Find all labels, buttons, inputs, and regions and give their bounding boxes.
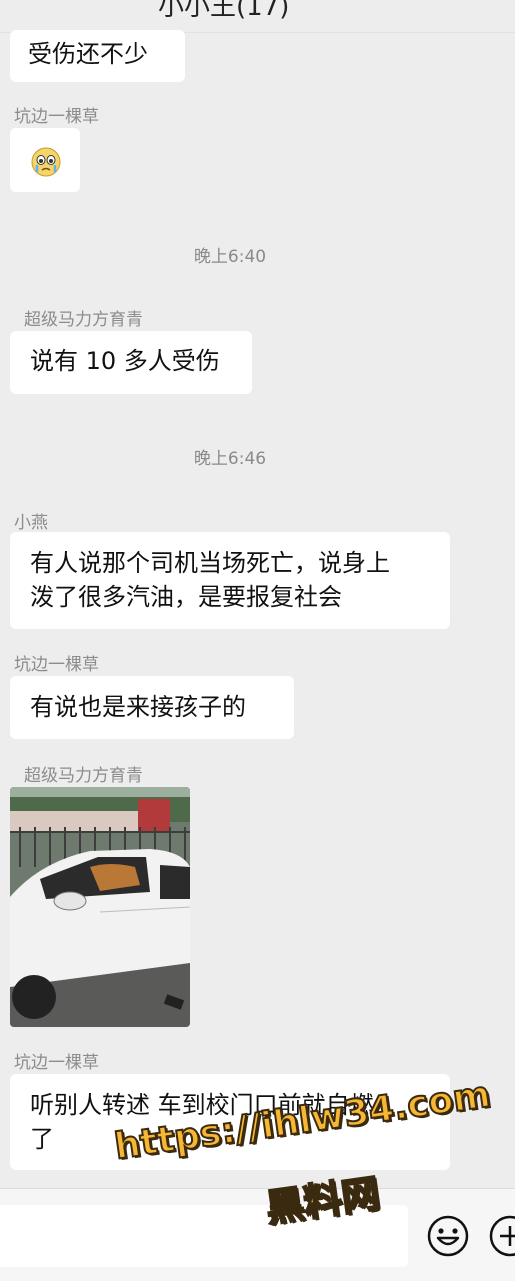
sender-name[interactable]: 超级马力方育青 [24,305,143,330]
message-text-line: 有人说那个司机当场死亡，说身上 [30,549,390,577]
message-bubble[interactable]: 有人说那个司机当场死亡，说身上 泼了很多汽油，是要报复社会 [10,532,450,629]
message-text: 说有 10 多人受伤 [30,347,220,375]
chat-title: 小小王(17) [158,0,290,22]
sender-name[interactable]: 坑边一棵草 [14,102,99,127]
message-bubble[interactable]: 有说也是来接孩子的 [10,676,294,739]
chat-input-bar [0,1188,515,1281]
smiley-icon[interactable] [426,1214,470,1258]
timestamp: 晚上6:46 [193,449,267,469]
plus-circle-icon[interactable] [488,1214,515,1258]
message-text-line: 泼了很多汽油，是要报复社会 [30,583,342,611]
sender-name[interactable]: 坑边一棵草 [14,650,99,675]
message-bubble[interactable]: 说有 10 多人受伤 [10,331,252,394]
sender-name[interactable]: 超级马力方育青 [24,761,143,786]
sender-name[interactable]: 小燕 [14,508,48,533]
sender-name[interactable]: 坑边一棵草 [14,1048,99,1073]
message-bubble[interactable]: 受伤还不少 [10,30,185,82]
message-text: 受伤还不少 [28,40,148,68]
timestamp: 晚上6:40 [193,247,267,267]
crying-face-icon [31,147,61,177]
message-text: 有说也是来接孩子的 [30,693,246,721]
chat-title-bar: 小小王(17) [0,0,515,33]
white-car-photo[interactable] [10,787,190,1027]
